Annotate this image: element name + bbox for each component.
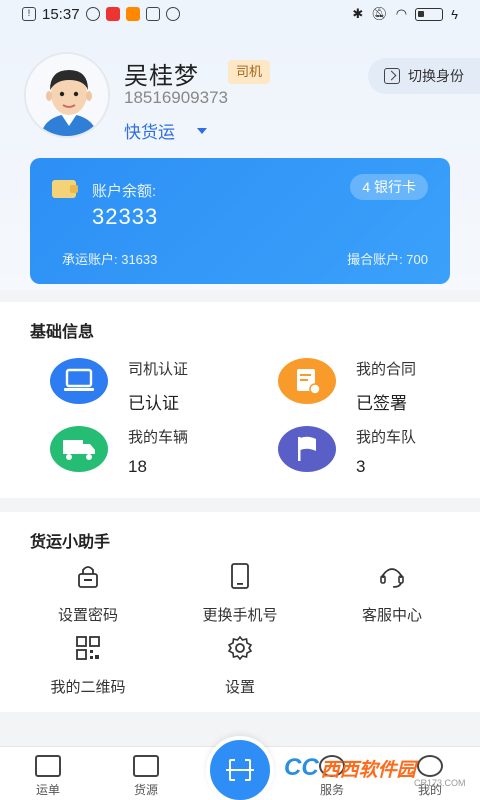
match-account: 撮合账户: 700	[347, 252, 428, 267]
my-contract-item[interactable]: 我的合同 已签署	[278, 358, 416, 414]
tab-label: 运单	[35, 783, 60, 797]
helper-label: 客服中心	[361, 607, 422, 624]
driver-certification-item[interactable]: 司机认证 已认证	[50, 358, 188, 414]
contract-icon	[278, 358, 336, 404]
phone-icon	[231, 563, 249, 589]
cloud-app-icon	[165, 7, 180, 21]
my-vehicles-item[interactable]: 我的车辆 18	[50, 426, 188, 477]
switch-identity-label: 切换身份	[408, 68, 464, 84]
set-password-item[interactable]: 设置密码	[28, 562, 148, 625]
helper-label: 更换手机号	[202, 607, 278, 624]
site-watermark: CC 西西软件园 CR173.COM	[284, 754, 466, 788]
info-value: 18	[128, 457, 147, 476]
monitor-icon	[50, 358, 108, 404]
waybill-icon	[35, 755, 61, 777]
status-time: 15:37	[42, 5, 80, 23]
watermark-sub: CR173.COM	[414, 778, 466, 788]
helper-title: 货运小助手	[30, 534, 111, 551]
gear-icon	[227, 635, 253, 661]
helper-label: 我的二维码	[50, 679, 126, 696]
cargo-box-icon	[133, 755, 159, 777]
info-value: 3	[356, 457, 366, 476]
reader-app-icon	[145, 7, 160, 21]
status-bar: ! 15:37 ✱ 🔕︎ ◠ ϟ	[0, 0, 480, 28]
info-label: 我的车队	[356, 429, 417, 446]
info-value: 已认证	[128, 394, 179, 413]
tab-waybill[interactable]: 运单	[18, 755, 78, 798]
info-label: 我的车辆	[128, 429, 189, 446]
change-phone-item[interactable]: 更换手机号	[180, 562, 300, 625]
wallet-icon	[52, 180, 78, 198]
info-label: 司机认证	[128, 361, 189, 378]
role-badge: 司机	[228, 60, 271, 84]
charging-icon: ϟ	[451, 6, 458, 22]
carrier-account: 承运账户: 31633	[62, 252, 158, 267]
user-name: 吴桂梦	[124, 63, 199, 90]
qrcode-icon	[76, 636, 100, 660]
customer-service-item[interactable]: 客服中心	[332, 562, 452, 625]
bank-cards-button[interactable]: 4 银行卡	[350, 174, 428, 200]
profile-icon	[417, 755, 443, 777]
driver-avatar-icon	[26, 54, 108, 136]
scan-line	[226, 769, 254, 771]
settings-item[interactable]: 设置	[180, 634, 300, 697]
basic-info-title: 基础信息	[30, 324, 95, 341]
freight-helper-section: 货运小助手 设置密码 更换手机号 客服中心 我的二维码 设置	[0, 512, 480, 712]
balance-value: 32333	[92, 204, 159, 229]
watermark-logo: CC	[284, 754, 319, 781]
flag-icon	[278, 426, 336, 472]
video-app-icon	[105, 7, 120, 21]
tab-label: 货源	[133, 783, 158, 797]
basic-info-section: 基础信息 司机认证 已认证 我的合同 已签署 我的车辆 18 我的车队 3	[0, 302, 480, 498]
mute-icon: 🔕︎	[371, 6, 388, 21]
headset-icon	[380, 568, 404, 588]
account-breakdown: 承运账户: 31633 撮合账户: 700	[62, 249, 428, 268]
truck-icon	[50, 426, 108, 472]
switch-identity-button[interactable]: 切换身份	[368, 58, 480, 94]
tab-cargo[interactable]: 货源	[116, 755, 176, 798]
avatar[interactable]	[24, 52, 110, 138]
lock-icon	[78, 566, 98, 588]
watermark-text: 西西软件园	[320, 759, 416, 781]
scan-button[interactable]	[206, 736, 274, 800]
my-qrcode-item[interactable]: 我的二维码	[28, 634, 148, 697]
shopping-app-icon	[125, 7, 140, 21]
balance-label: 账户余额:	[92, 183, 157, 200]
info-value: 已签署	[356, 394, 407, 413]
battery-icon	[415, 7, 444, 21]
chevron-down-icon	[197, 127, 207, 134]
switch-icon	[384, 68, 400, 84]
my-fleet-item[interactable]: 我的车队 3	[278, 426, 416, 477]
bluetooth-icon: ✱	[352, 6, 364, 21]
balance-card[interactable]: 账户余额: 32333 4 银行卡 承运账户: 31633 撮合账户: 700	[30, 158, 450, 284]
company-name: 快货运	[124, 123, 175, 142]
company-selector[interactable]: 快货运	[124, 118, 207, 143]
helper-label: 设置密码	[57, 607, 118, 624]
app-notification-icon	[85, 7, 100, 21]
notification-icon: !	[22, 7, 36, 21]
user-phone: 18516909373	[124, 88, 229, 107]
wifi-icon: ◠	[395, 6, 408, 21]
helper-label: 设置	[224, 679, 255, 696]
tab-label: 服务	[319, 783, 344, 797]
info-label: 我的合同	[356, 361, 417, 378]
